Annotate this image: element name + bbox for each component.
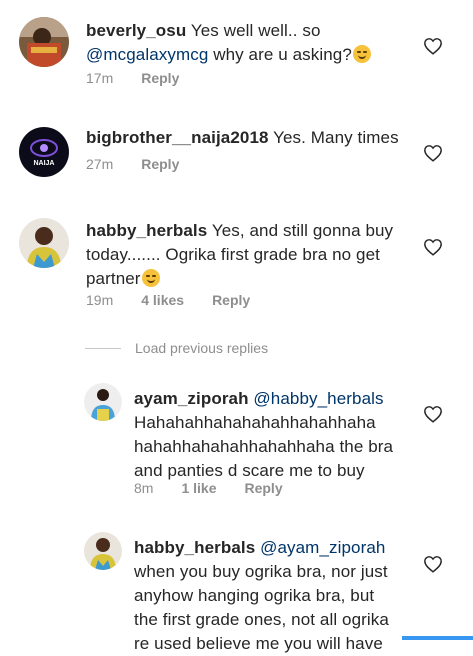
comment-username[interactable]: habby_herbals <box>134 538 255 557</box>
comment-text: bigbrother__naija2018 Yes. Many times <box>86 128 399 147</box>
likes-count[interactable]: 4 likes <box>141 292 184 308</box>
comment-username[interactable]: beverly_osu <box>86 21 186 40</box>
comment-meta: 8m 1 like Reply <box>134 480 311 496</box>
reply-button[interactable]: Reply <box>212 292 250 308</box>
reply-button[interactable]: Reply <box>141 70 179 86</box>
heart-icon[interactable] <box>423 37 443 55</box>
mention-link[interactable]: @mcgalaxymcg <box>86 45 208 64</box>
comment-text: habby_herbals Yes, and still gonna buy t… <box>86 221 394 288</box>
divider-line <box>85 347 121 349</box>
timestamp: 17m <box>86 70 114 86</box>
mention-link[interactable]: @ayam_ziporah <box>255 538 385 557</box>
heart-icon[interactable] <box>423 238 443 256</box>
smirk-emoji-icon <box>352 45 371 63</box>
avatar[interactable] <box>84 383 122 421</box>
likes-count[interactable]: 1 like <box>181 480 216 496</box>
reply-text: habby_herbals @ayam_ziporah when you buy… <box>134 538 389 653</box>
heart-icon[interactable] <box>423 555 443 573</box>
heart-icon[interactable] <box>423 144 443 162</box>
avatar[interactable] <box>84 532 122 570</box>
comment-username[interactable]: habby_herbals <box>86 221 207 240</box>
mention-link[interactable]: @habby_herbals <box>249 389 384 408</box>
comment-text: beverly_osu Yes well well.. so @mcgalaxy… <box>86 19 416 67</box>
load-previous-label[interactable]: Load previous replies <box>135 340 268 356</box>
wink-emoji-icon <box>141 269 160 287</box>
comment-meta: 19m 4 likes Reply <box>86 292 278 308</box>
reply-button[interactable]: Reply <box>244 480 282 496</box>
avatar-logo-text: NAIJA <box>33 160 54 167</box>
load-previous-replies[interactable]: Load previous replies <box>85 340 268 356</box>
reply-button[interactable]: Reply <box>141 156 179 172</box>
comment-meta: 27m Reply <box>86 156 207 172</box>
comment-meta: 17m Reply <box>86 70 207 86</box>
avatar[interactable] <box>19 218 69 268</box>
comment-username[interactable]: bigbrother__naija2018 <box>86 128 269 147</box>
reply-text: ayam_ziporah @habby_herbals Hahahahhahah… <box>134 389 394 480</box>
comment-username[interactable]: ayam_ziporah <box>134 389 249 408</box>
timestamp: 19m <box>86 292 114 308</box>
bottom-accent-bar <box>402 636 473 640</box>
heart-icon[interactable] <box>423 405 443 423</box>
timestamp: 27m <box>86 156 114 172</box>
timestamp: 8m <box>134 480 154 496</box>
avatar[interactable]: NAIJA <box>19 127 69 177</box>
avatar[interactable] <box>19 17 69 67</box>
